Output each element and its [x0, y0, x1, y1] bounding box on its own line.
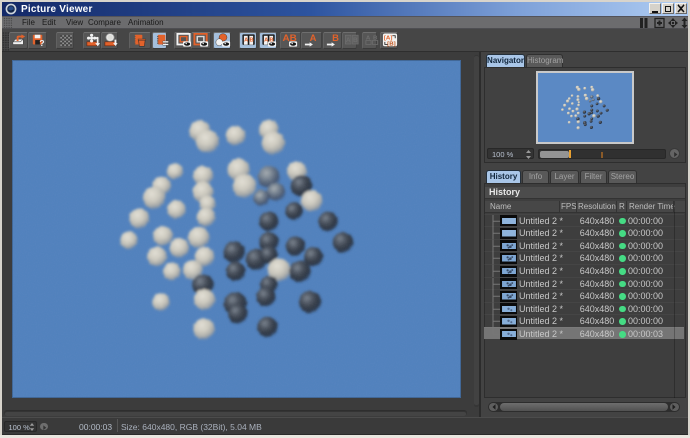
- svg-text:A: A: [244, 38, 248, 44]
- svg-text:B: B: [250, 38, 254, 44]
- svg-text:B: B: [353, 37, 358, 44]
- svg-text:A: A: [264, 38, 268, 44]
- svg-text:B: B: [332, 33, 339, 43]
- svg-text:[B]: [B]: [387, 41, 396, 47]
- svg-text:?: ?: [39, 39, 44, 48]
- svg-text:A: A: [310, 33, 317, 43]
- svg-text:A: A: [346, 37, 351, 44]
